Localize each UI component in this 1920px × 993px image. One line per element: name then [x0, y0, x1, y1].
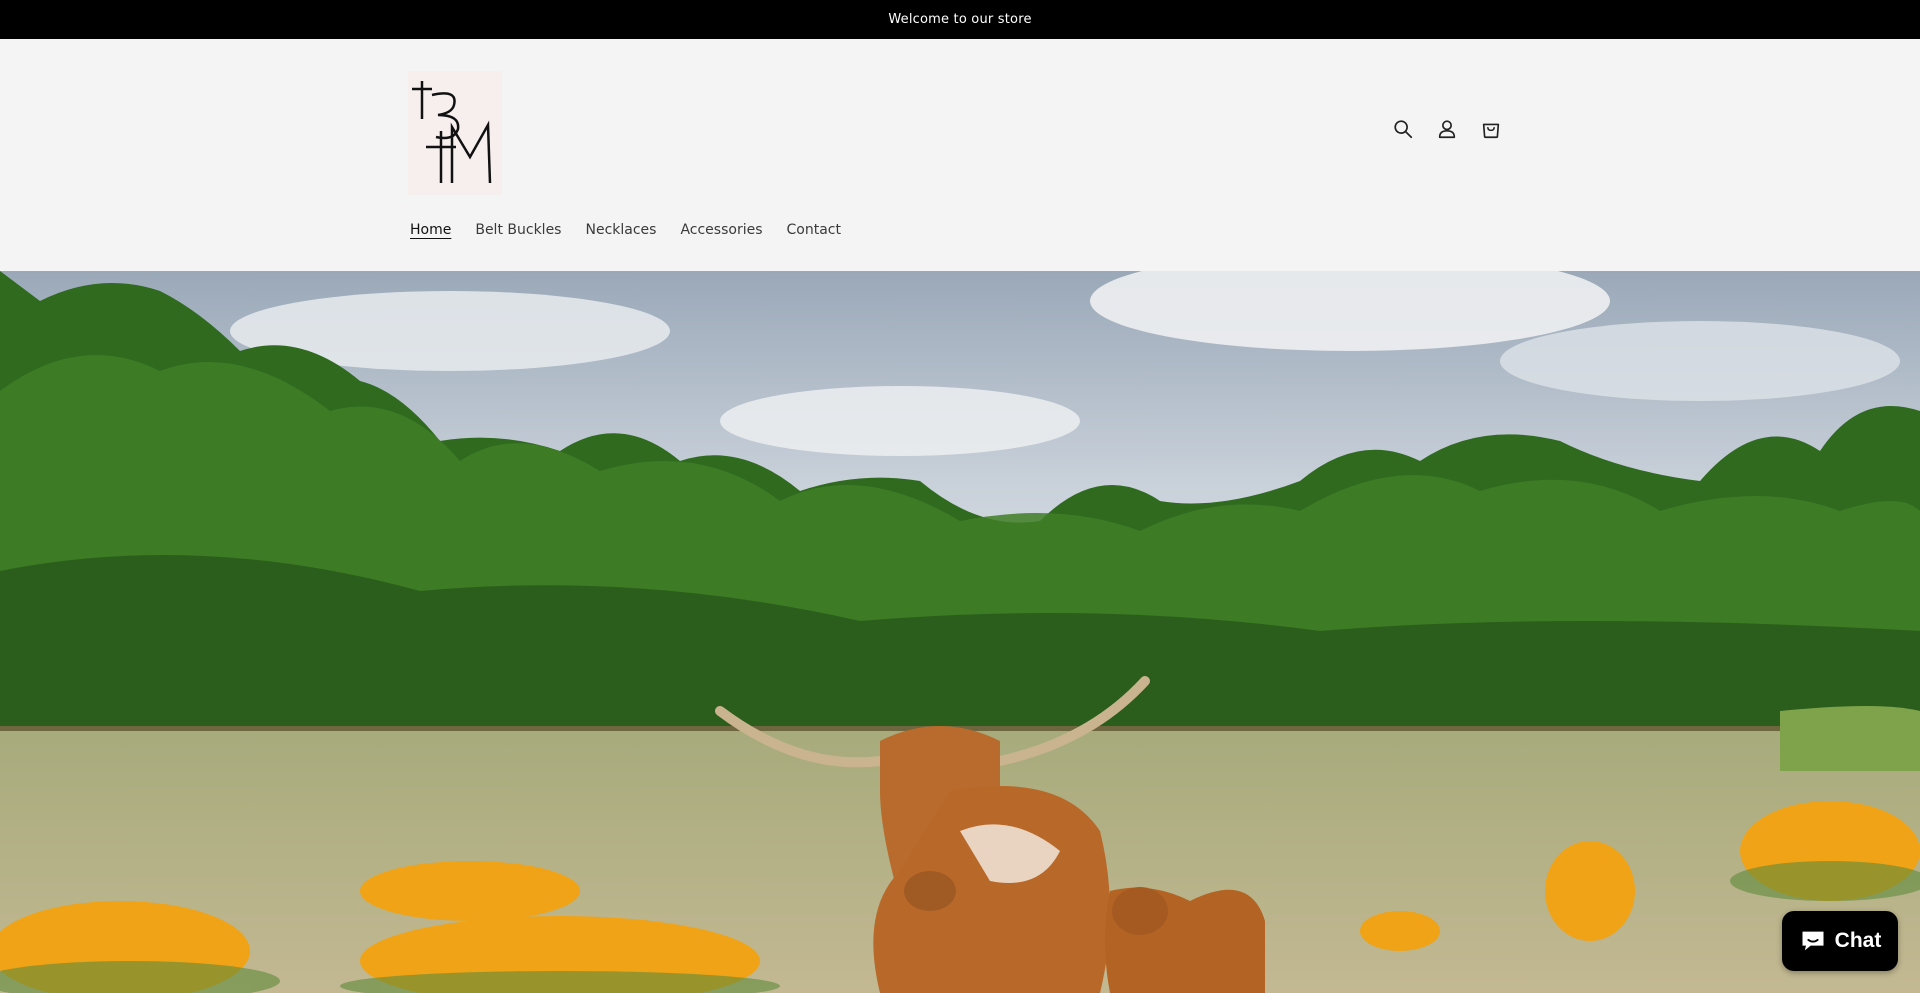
announcement-bar: Welcome to our store: [0, 0, 1920, 39]
account-icon: [1438, 120, 1456, 139]
chat-bubble-icon: [1802, 931, 1824, 951]
chat-button[interactable]: Chat: [1782, 911, 1898, 971]
store-logo[interactable]: [408, 71, 502, 195]
chat-label: Chat: [1834, 929, 1882, 952]
announcement-text: Welcome to our store: [888, 12, 1032, 27]
nav-item-necklaces[interactable]: Necklaces: [585, 222, 656, 238]
search-icon: [1394, 120, 1413, 139]
nav-item-home[interactable]: Home: [410, 222, 451, 238]
nav-item-contact[interactable]: Contact: [787, 222, 841, 238]
hero-image: [0, 271, 1920, 993]
site-header: Home Belt Buckles Necklaces Accessories …: [0, 39, 1920, 271]
search-button[interactable]: [1388, 114, 1418, 144]
hero-banner: [0, 271, 1920, 993]
cart-button[interactable]: [1476, 114, 1506, 144]
header-icons: [1388, 114, 1506, 144]
nav-item-accessories[interactable]: Accessories: [680, 222, 762, 238]
account-button[interactable]: [1432, 114, 1462, 144]
nav-item-belt-buckles[interactable]: Belt Buckles: [475, 222, 561, 238]
logo-mark-icon: [408, 71, 502, 195]
cart-icon: [1482, 123, 1500, 139]
main-nav: Home Belt Buckles Necklaces Accessories …: [410, 222, 841, 238]
